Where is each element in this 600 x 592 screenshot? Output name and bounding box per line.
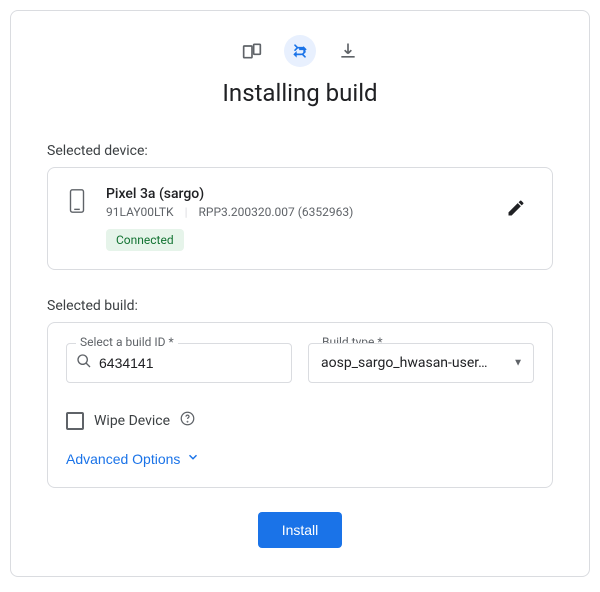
install-build-card: Installing build Selected device: Pixel …	[10, 10, 590, 577]
stepper	[47, 35, 553, 67]
install-row: Install	[47, 512, 553, 548]
wipe-row: Wipe Device	[66, 411, 534, 430]
step-connect-icon	[284, 35, 316, 67]
advanced-label: Advanced Options	[66, 451, 180, 467]
page-title: Installing build	[47, 79, 553, 107]
device-name: Pixel 3a (sargo)	[106, 186, 480, 202]
selected-build-label: Selected build:	[47, 298, 553, 314]
device-serial: 91LAY00LTK	[106, 205, 174, 219]
step-download-icon	[332, 35, 364, 67]
meta-divider: |	[185, 205, 188, 219]
dropdown-icon: ▼	[513, 358, 523, 369]
build-type-value: aosp_sargo_hwasan-user…	[321, 355, 488, 371]
build-box: Select a build ID * Build type * aosp_sa…	[47, 322, 553, 488]
help-icon[interactable]	[180, 411, 195, 430]
build-id-label: Select a build ID *	[76, 335, 178, 349]
step-device-icon	[236, 35, 268, 67]
edit-device-button[interactable]	[500, 192, 532, 227]
build-id-input[interactable]	[66, 343, 292, 383]
device-meta: 91LAY00LTK | RPP3.200320.007 (6352963)	[106, 205, 480, 219]
device-box: Pixel 3a (sargo) 91LAY00LTK | RPP3.20032…	[47, 167, 553, 270]
selected-device-label: Selected device:	[47, 143, 553, 159]
phone-icon	[68, 188, 86, 218]
build-id-field: Select a build ID *	[66, 343, 292, 383]
build-type-field: Build type * aosp_sargo_hwasan-user… ▼	[308, 343, 534, 383]
advanced-options-button[interactable]: Advanced Options	[66, 450, 200, 467]
install-button[interactable]: Install	[258, 512, 343, 548]
pencil-icon	[506, 206, 526, 221]
status-badge: Connected	[106, 229, 184, 251]
search-icon	[76, 353, 92, 373]
build-type-select[interactable]: aosp_sargo_hwasan-user… ▼	[308, 343, 534, 383]
device-info: Pixel 3a (sargo) 91LAY00LTK | RPP3.20032…	[106, 186, 480, 251]
wipe-checkbox[interactable]	[66, 412, 84, 430]
device-build: RPP3.200320.007 (6352963)	[198, 205, 353, 219]
chevron-down-icon	[186, 450, 200, 467]
build-row: Select a build ID * Build type * aosp_sa…	[66, 343, 534, 383]
wipe-label: Wipe Device	[94, 413, 170, 429]
